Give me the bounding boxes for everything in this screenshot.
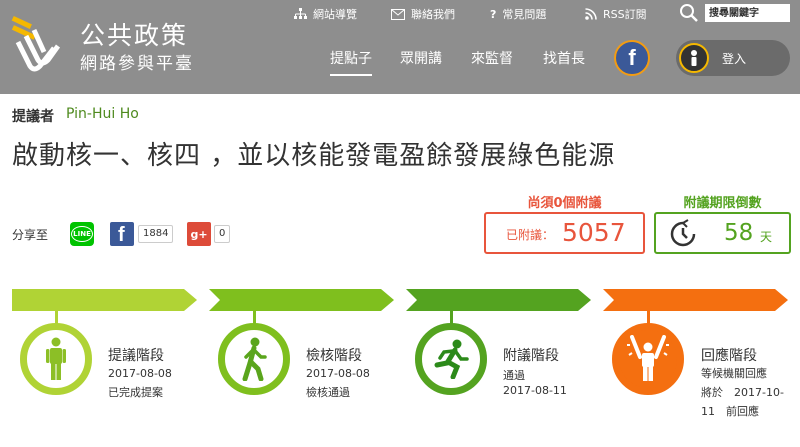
stage-review-date: 2017-08-08 <box>306 367 370 380</box>
stage-endorse-name: 附議階段 <box>503 348 559 364</box>
endorse-label: 已附議： <box>506 228 555 242</box>
stage-propose-date: 2017-08-08 <box>108 367 172 380</box>
person-cheering-icon <box>627 335 669 381</box>
person-standing-icon <box>46 337 66 380</box>
question-icon: ? <box>490 7 497 21</box>
login-button[interactable]: 登入 <box>676 40 790 76</box>
line-share-button[interactable]: LINE <box>70 222 94 246</box>
rss-link[interactable]: RSS訂閱 <box>585 6 647 22</box>
stage-review-circle <box>218 323 290 395</box>
stage-response-circle <box>612 323 684 395</box>
stage-review-status: 檢核通過 <box>306 386 350 399</box>
sitemap-label: 網站導覽 <box>313 8 357 21</box>
endorse-needed: 尚須0個附議 <box>527 196 602 211</box>
facebook-icon: f <box>118 224 125 246</box>
stage-propose-circle <box>20 323 92 395</box>
login-label: 登入 <box>722 52 747 66</box>
stage-response-date-line2: 11 前回應 <box>701 405 759 418</box>
mail-icon <box>391 8 405 20</box>
facebook-button[interactable]: f <box>614 40 650 76</box>
stage-propose-status: 已完成提案 <box>108 386 163 399</box>
nav-item-discuss[interactable]: 眾開講 <box>400 48 442 76</box>
stage-response-name: 回應階段 <box>701 348 757 364</box>
logo-icon[interactable] <box>10 14 62 76</box>
deadline-days: 58 <box>724 220 754 246</box>
endorse-count: 5057 <box>562 218 626 247</box>
sitemap-link[interactable]: 網站導覽 <box>294 6 357 22</box>
site-header: 公共政策 網路參與平臺 網站導覽 聯絡我們 ? 常見問題 RSS訂閱 提點子 眾… <box>0 0 800 94</box>
stage-arrow-response <box>603 289 788 311</box>
nav-item-officials[interactable]: 找首長 <box>543 48 585 76</box>
faq-label: 常見問題 <box>502 8 547 21</box>
stage-arrow-endorse <box>406 289 591 311</box>
proposer-label: 提議者 <box>12 109 54 125</box>
proposer-name[interactable]: Pin-Hui Ho <box>66 106 139 122</box>
logo-subtitle: 網路參與平臺 <box>80 54 194 74</box>
facebook-share-button[interactable]: f <box>110 222 134 246</box>
line-icon: LINE <box>71 226 93 242</box>
nav-item-monitor[interactable]: 來監督 <box>471 48 513 76</box>
deadline-box: 58 天 <box>654 212 791 254</box>
deadline-heading: 附議期限倒數 <box>683 196 762 211</box>
rss-icon <box>585 8 597 20</box>
stage-response-date-line1: 將於 2017-10- <box>701 386 784 399</box>
person-walking-icon <box>242 337 267 381</box>
share-label: 分享至 <box>12 228 49 242</box>
nav-item-propose[interactable]: 提點子 <box>330 48 372 76</box>
facebook-icon: f <box>628 45 636 70</box>
person-running-icon <box>434 339 469 379</box>
search-input[interactable] <box>705 4 790 22</box>
logo-title: 公共政策 <box>80 21 189 50</box>
search-icon[interactable] <box>679 3 699 23</box>
stage-arrow-review <box>209 289 394 311</box>
rss-label: RSS訂閱 <box>603 8 647 21</box>
user-icon <box>679 43 709 73</box>
stage-propose-name: 提議階段 <box>108 348 164 364</box>
contact-label: 聯絡我們 <box>411 8 455 21</box>
clock-icon <box>670 219 696 247</box>
stage-review-name: 檢核階段 <box>306 348 362 364</box>
stage-response-status: 等候機關回應 <box>701 367 767 380</box>
sitemap-icon <box>294 8 307 19</box>
stage-endorse-date: 2017-08-11 <box>503 384 567 397</box>
stage-endorse-circle <box>415 323 487 395</box>
proposal-title: 啟動核一、核四 ，並以核能發電盈餘發展綠色能源 <box>12 141 616 171</box>
deadline-unit: 天 <box>760 230 773 244</box>
faq-link[interactable]: ? 常見問題 <box>490 6 546 22</box>
contact-link[interactable]: 聯絡我們 <box>391 6 455 22</box>
facebook-share-count: 1884 <box>138 225 174 243</box>
stage-arrow-propose <box>12 289 197 311</box>
stage-endorse-status: 通過 <box>503 369 525 382</box>
endorse-box: 已附議： 5057 <box>484 212 645 254</box>
googleplus-icon: g+ <box>190 227 208 241</box>
googleplus-share-button[interactable]: g+ <box>187 222 211 246</box>
googleplus-share-count: 0 <box>214 225 231 243</box>
